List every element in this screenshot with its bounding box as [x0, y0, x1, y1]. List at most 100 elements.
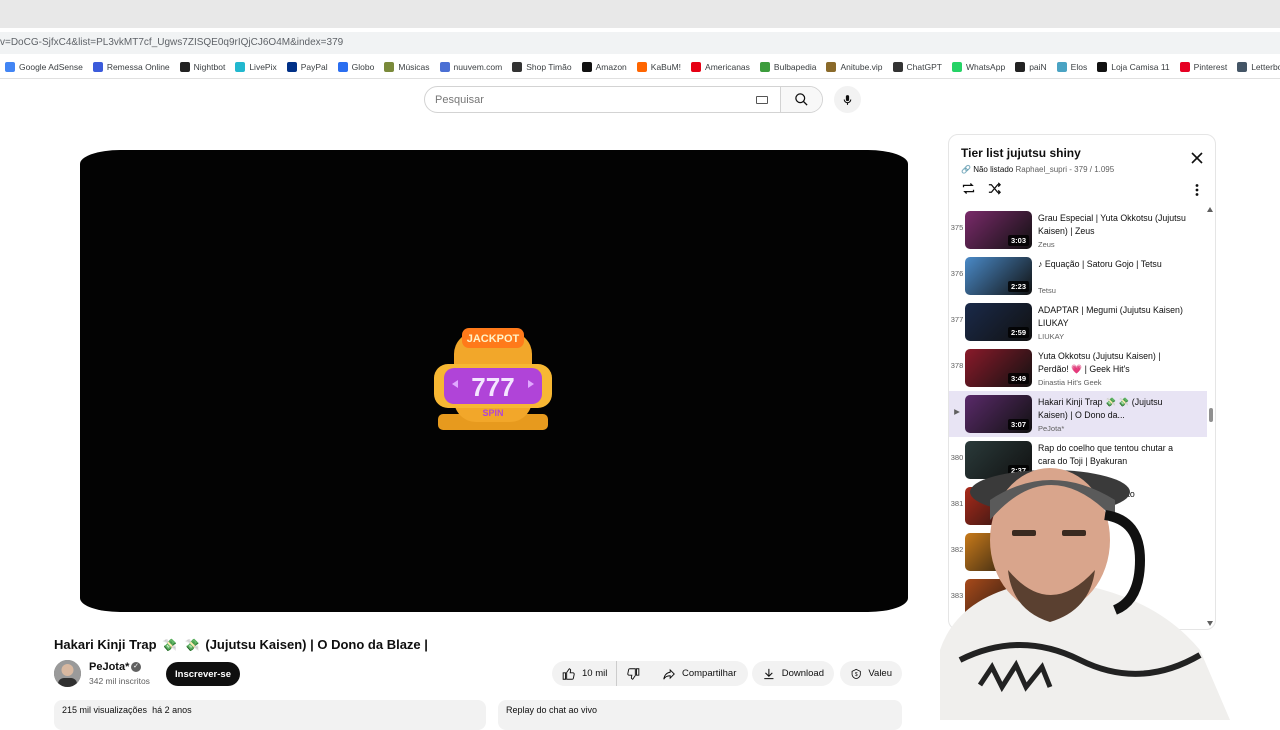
playlist-item-duration: 3:49: [1007, 373, 1029, 384]
bookmark-item[interactable]: Globo: [337, 62, 375, 72]
timao-icon: [512, 62, 523, 72]
money-emoji: 💸: [184, 638, 200, 652]
bookmark-item[interactable]: PayPal: [286, 62, 328, 72]
close-icon: [1191, 152, 1203, 164]
playlist-item[interactable]: 377 2:59 ADAPTAR | Megumi (Jujutsu Kaisen)…: [949, 299, 1207, 345]
playlist-more-button[interactable]: [1195, 183, 1199, 201]
description-box[interactable]: 215 mil visualizações há 2 anos: [54, 700, 486, 730]
playlist-item[interactable]: ▶ 3:07 Hakari Kinji Trap 💸 💸 (Jujutsu Kais…: [949, 391, 1207, 437]
bookmark-item[interactable]: Anitube.vip: [826, 62, 883, 72]
playlist-visibility: Não listado: [973, 165, 1014, 174]
playlist-item-index: 378: [950, 361, 964, 370]
dislike-button[interactable]: [616, 661, 648, 686]
bookmark-item[interactable]: WhatsApp: [951, 62, 1005, 72]
playlist-title[interactable]: Tier list jujutsu shiny: [961, 146, 1081, 160]
playlist-item-title: Hakari Kinji Trap 💸 💸 (Jujutsu Kaisen) |…: [1038, 397, 1163, 420]
bookmark-label: Amazon: [595, 62, 627, 72]
thumbs-down-icon: [626, 667, 639, 680]
search-input[interactable]: [425, 93, 756, 106]
bookmark-label: Americanas: [705, 62, 750, 72]
playlist-item[interactable]: 376 2:23 ♪ Equação | Satoru Gojo | Tetsu Te…: [949, 253, 1207, 299]
playlist-item-index: 377: [950, 315, 964, 324]
address-bar[interactable]: v=DoCG-SjfxC4&list=PL3vkMT7cf_Ugws7ZISQE…: [0, 32, 1280, 54]
playlist-owner[interactable]: Raphael_supri: [1015, 165, 1067, 174]
search-button[interactable]: [780, 87, 822, 112]
bookmark-label: Loja Camisa 11: [1111, 62, 1170, 72]
bookmark-label: paiN: [1029, 62, 1047, 72]
playlist-item-title: ADAPTAR | Megumi (Jujutsu Kaisen) LIUKAY: [1038, 305, 1183, 328]
playlist-item-duration: 2:59: [1007, 327, 1029, 338]
bookmark-item[interactable]: paiN: [1015, 62, 1047, 72]
loop-button[interactable]: [961, 181, 976, 201]
shuffle-icon: [988, 182, 1002, 195]
bookmark-item[interactable]: Remessa Online: [92, 62, 170, 72]
bookmark-item[interactable]: Músicas: [384, 62, 430, 72]
voice-search-button[interactable]: [834, 86, 861, 113]
bookmark-label: PayPal: [300, 62, 328, 72]
download-button[interactable]: Download: [752, 661, 834, 686]
like-count: 10 mil: [582, 668, 608, 679]
microphone-icon: [843, 94, 852, 105]
playlist-item-thumbnail: 2:23: [965, 257, 1032, 295]
bookmark-item[interactable]: Americanas: [691, 62, 750, 72]
playlist-position: 379 / 1.095: [1074, 165, 1115, 174]
bookmark-item[interactable]: KaBuM!: [636, 62, 681, 72]
loop-icon: [962, 183, 975, 194]
thumbs-up-icon: [562, 667, 575, 680]
playlist-item[interactable]: 375 3:03 Grau Especial | Yuta Okkotsu (Juj…: [949, 207, 1207, 253]
share-icon: [663, 668, 675, 679]
pain-icon: [1015, 62, 1026, 72]
playlist-item-title: Grau Especial | Yuta Okkotsu (Jujutsu Ka…: [1038, 213, 1186, 236]
bookmark-item[interactable]: Shop Timão: [512, 62, 572, 72]
letterboxd-icon: [1237, 62, 1248, 72]
thanks-label: Valeu: [868, 668, 892, 679]
bookmark-label: Globo: [351, 62, 375, 72]
bookmark-item[interactable]: Bulbapedia: [759, 62, 816, 72]
bookmark-label: Google AdSense: [19, 62, 83, 72]
svg-text:$: $: [855, 672, 858, 678]
subscriber-count: 342 mil inscritos: [89, 676, 150, 686]
header-divider: [0, 78, 1280, 79]
share-button[interactable]: Compartilhar: [652, 661, 748, 686]
bookmark-item[interactable]: Loja Camisa 11: [1097, 62, 1170, 72]
bookmark-label: LivePix: [249, 62, 277, 72]
close-playlist-button[interactable]: [1191, 151, 1203, 169]
keyboard-icon[interactable]: [756, 95, 768, 104]
playlist-item-duration: 2:23: [1007, 281, 1029, 292]
bookmark-item[interactable]: ChatGPT: [892, 62, 942, 72]
subscribe-button[interactable]: Inscrever-se: [166, 662, 240, 686]
bookmark-item[interactable]: nuuvem.com: [439, 62, 502, 72]
pinterest-icon: [1179, 62, 1190, 72]
bookmark-item[interactable]: Amazon: [581, 62, 627, 72]
chat-replay-label: Replay do chat ao vivo: [506, 705, 598, 715]
bookmark-label: Pinterest: [1193, 62, 1228, 72]
upload-age: há 2 anos: [152, 705, 192, 715]
bookmark-item[interactable]: Google AdSense: [5, 62, 83, 72]
slot-machine-graphic: JACKPOT 777 SPIN: [430, 326, 556, 436]
chatgpt-icon: [892, 62, 903, 72]
channel-name[interactable]: PeJota*: [89, 661, 129, 673]
search-icon: [795, 93, 808, 106]
bookmark-item[interactable]: LivePix: [235, 62, 277, 72]
slot-spin-text: SPIN: [482, 408, 503, 418]
playlist-item[interactable]: 378 3:49 Yuta Okkotsu (Jujutsu Kaisen) | P…: [949, 345, 1207, 391]
anitube-icon: [826, 62, 837, 72]
playlist-item-channel: Tetsu: [1038, 286, 1056, 295]
bookmark-item[interactable]: Nightbot: [179, 62, 225, 72]
paypal-icon: [286, 62, 297, 72]
playlist-scroll-thumb[interactable]: [1209, 408, 1213, 422]
bookmark-item[interactable]: Elos: [1056, 62, 1087, 72]
bookmark-label: Músicas: [398, 62, 430, 72]
nuuvem-icon: [439, 62, 450, 72]
channel-avatar[interactable]: [54, 660, 81, 687]
playlist-item-duration: 3:07: [1007, 419, 1029, 430]
shuffle-button[interactable]: [987, 181, 1002, 201]
share-label: Compartilhar: [682, 668, 737, 679]
bookmark-item[interactable]: Letterboxd: [1237, 62, 1280, 72]
money-emoji: 💸: [162, 638, 178, 652]
bookmark-item[interactable]: Pinterest: [1179, 62, 1228, 72]
thanks-button[interactable]: $ Valeu: [840, 661, 902, 686]
chat-replay-box[interactable]: Replay do chat ao vivo: [498, 700, 902, 730]
americanas-icon: [691, 62, 702, 72]
musicas-icon: [384, 62, 395, 72]
